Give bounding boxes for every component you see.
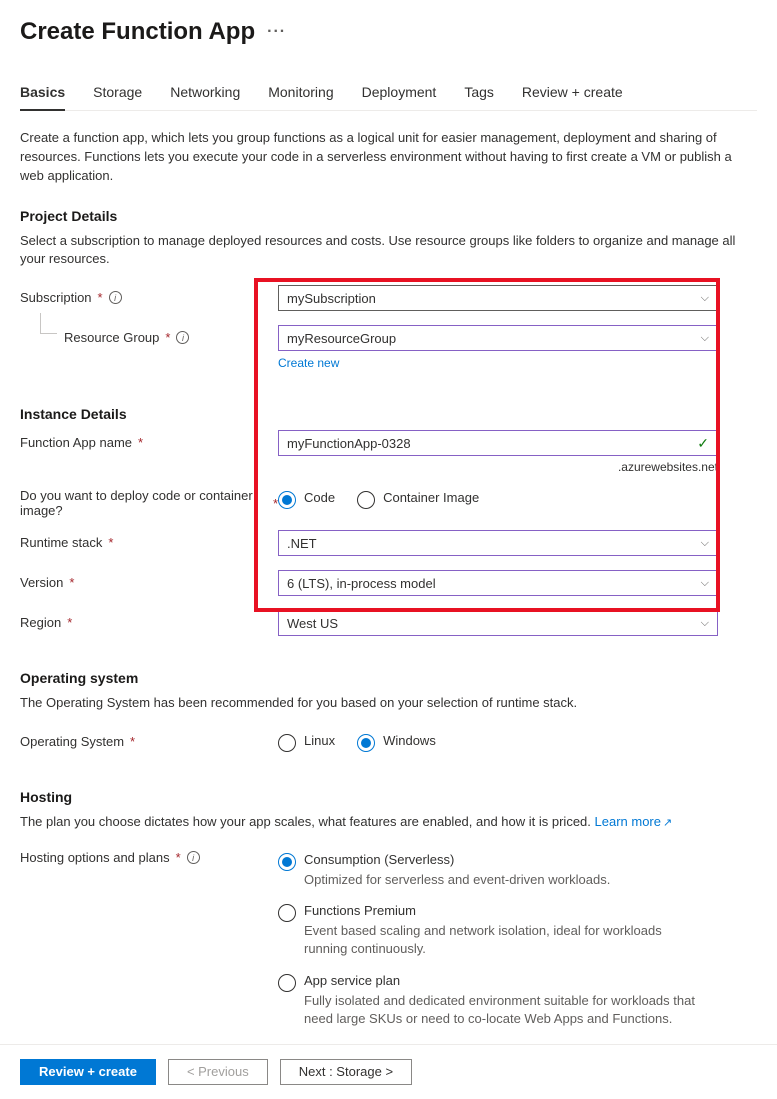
radio-icon <box>278 853 296 871</box>
chevron-down-icon: ⌵ <box>701 292 709 305</box>
hosting-options-label: Hosting options and plans * i <box>20 848 278 865</box>
required-asterisk: * <box>67 615 72 630</box>
resource-group-value: myResourceGroup <box>287 331 396 346</box>
radio-functions-premium-label: Functions Premium <box>304 903 704 918</box>
radio-app-service-plan-desc: Fully isolated and dedicated environment… <box>304 992 704 1028</box>
tab-basics[interactable]: Basics <box>20 84 65 110</box>
required-asterisk: * <box>108 535 113 550</box>
runtime-stack-select[interactable]: .NET ⌵ <box>278 530 718 556</box>
required-asterisk: * <box>69 575 74 590</box>
radio-windows-label: Windows <box>383 733 436 748</box>
tab-tags[interactable]: Tags <box>464 84 494 110</box>
info-icon[interactable]: i <box>176 331 189 344</box>
function-app-name-input[interactable]: ✓ <box>278 430 718 456</box>
more-actions-icon[interactable]: ··· <box>267 23 286 41</box>
tab-deployment[interactable]: Deployment <box>362 84 437 110</box>
radio-icon <box>278 491 296 509</box>
info-icon[interactable]: i <box>187 851 200 864</box>
required-asterisk: * <box>130 734 135 749</box>
info-icon[interactable]: i <box>109 291 122 304</box>
radio-icon <box>357 734 375 752</box>
project-details-heading: Project Details <box>20 208 757 224</box>
chevron-down-icon: ⌵ <box>701 332 709 345</box>
footer-bar: Review + create < Previous Next : Storag… <box>0 1044 777 1099</box>
os-desc: The Operating System has been recommende… <box>20 694 740 713</box>
create-new-link[interactable]: Create new <box>278 356 339 370</box>
radio-container-image[interactable]: Container Image <box>357 490 479 509</box>
tab-networking[interactable]: Networking <box>170 84 240 110</box>
review-create-button[interactable]: Review + create <box>20 1059 156 1085</box>
radio-code[interactable]: Code <box>278 490 335 509</box>
radio-consumption-desc: Optimized for serverless and event-drive… <box>304 871 610 889</box>
instance-details-heading: Instance Details <box>20 406 757 422</box>
subscription-label: Subscription * i <box>20 285 278 305</box>
radio-icon <box>278 974 296 992</box>
page-title: Create Function App ··· <box>20 18 757 46</box>
subscription-select[interactable]: mySubscription ⌵ <box>278 285 718 311</box>
os-heading: Operating system <box>20 670 757 686</box>
region-value: West US <box>287 616 338 631</box>
radio-functions-premium[interactable]: Functions Premium Event based scaling an… <box>278 903 718 958</box>
learn-more-link[interactable]: Learn more↗ <box>595 814 673 829</box>
radio-functions-premium-desc: Event based scaling and network isolatio… <box>304 922 704 958</box>
required-asterisk: * <box>176 850 181 865</box>
tabs-bar: Basics Storage Networking Monitoring Dep… <box>20 84 757 111</box>
resource-group-select[interactable]: myResourceGroup ⌵ <box>278 325 718 351</box>
version-label: Version * <box>20 570 278 590</box>
check-icon: ✓ <box>697 435 709 452</box>
previous-button[interactable]: < Previous <box>168 1059 268 1085</box>
subscription-value: mySubscription <box>287 291 376 306</box>
version-select[interactable]: 6 (LTS), in-process model ⌵ <box>278 570 718 596</box>
project-details-desc: Select a subscription to manage deployed… <box>20 232 740 270</box>
radio-app-service-plan-label: App service plan <box>304 973 704 988</box>
region-label: Region * <box>20 610 278 630</box>
version-value: 6 (LTS), in-process model <box>287 576 436 591</box>
tab-storage[interactable]: Storage <box>93 84 142 110</box>
chevron-down-icon: ⌵ <box>701 537 709 550</box>
page-title-text: Create Function App <box>20 18 255 46</box>
required-asterisk: * <box>138 435 143 450</box>
radio-icon <box>278 734 296 752</box>
radio-icon <box>278 904 296 922</box>
os-label: Operating System * <box>20 729 278 749</box>
chevron-down-icon: ⌵ <box>701 577 709 590</box>
tab-review-create[interactable]: Review + create <box>522 84 623 110</box>
function-app-name-label: Function App name * <box>20 430 278 450</box>
intro-text: Create a function app, which lets you gr… <box>20 129 740 186</box>
required-asterisk: * <box>165 330 170 345</box>
resource-group-label: Resource Group * i <box>20 325 278 345</box>
hosting-desc: The plan you choose dictates how your ap… <box>20 813 740 832</box>
radio-consumption-label: Consumption (Serverless) <box>304 852 610 867</box>
radio-consumption[interactable]: Consumption (Serverless) Optimized for s… <box>278 852 718 889</box>
deploy-type-label: Do you want to deploy code or container … <box>20 486 278 518</box>
radio-windows[interactable]: Windows <box>357 733 436 752</box>
function-app-name-field[interactable] <box>287 436 697 451</box>
tab-monitoring[interactable]: Monitoring <box>268 84 333 110</box>
hosting-heading: Hosting <box>20 789 757 805</box>
radio-linux[interactable]: Linux <box>278 733 335 752</box>
domain-suffix-text: .azurewebsites.net <box>278 460 718 474</box>
radio-code-label: Code <box>304 490 335 505</box>
radio-container-image-label: Container Image <box>383 490 479 505</box>
region-select[interactable]: West US ⌵ <box>278 610 718 636</box>
runtime-stack-label: Runtime stack * <box>20 530 278 550</box>
next-button[interactable]: Next : Storage > <box>280 1059 412 1085</box>
radio-app-service-plan[interactable]: App service plan Fully isolated and dedi… <box>278 973 718 1028</box>
radio-linux-label: Linux <box>304 733 335 748</box>
chevron-down-icon: ⌵ <box>701 617 709 630</box>
radio-icon <box>357 491 375 509</box>
required-asterisk: * <box>98 290 103 305</box>
runtime-stack-value: .NET <box>287 536 317 551</box>
external-link-icon: ↗ <box>663 817 672 829</box>
